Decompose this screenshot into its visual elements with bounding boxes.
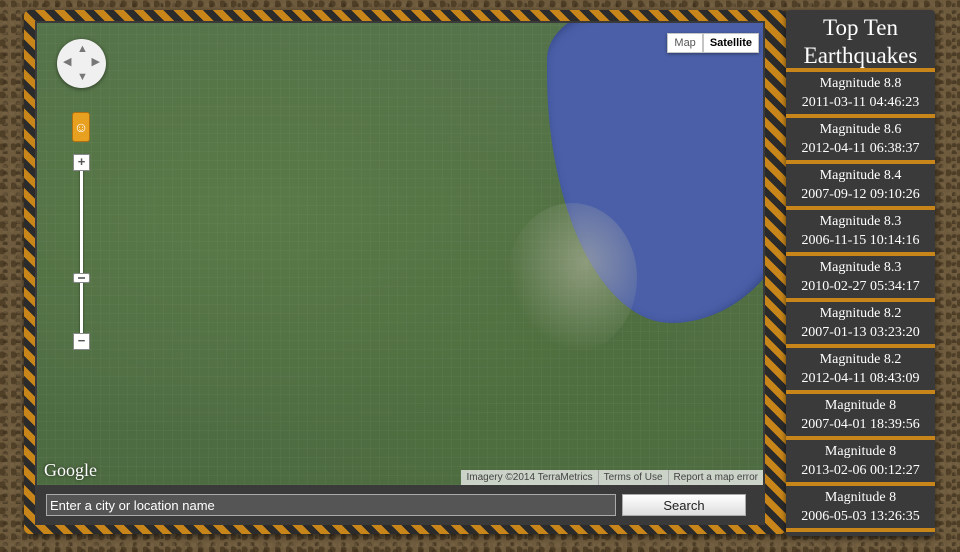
map-type-satellite-button[interactable]: Satellite [702, 33, 759, 53]
pan-left-icon[interactable]: ◀ [63, 57, 71, 68]
map-type-map-button[interactable]: Map [667, 33, 703, 53]
earthquake-datetime: 2011-03-11 04:46:23 [801, 95, 920, 110]
earthquake-item[interactable]: Magnitude 8.2 2012-04-11 08:43:09 [786, 348, 935, 394]
earthquake-datetime: 2007-01-13 03:23:20 [801, 325, 920, 340]
earthquake-magnitude: Magnitude 8.8 [819, 76, 902, 91]
map-frame: Map Satellite ▲ ▼ ◀ ▶ ☺ + − Google Image… [24, 10, 786, 534]
map-panel: Map Satellite ▲ ▼ ◀ ▶ ☺ + − Google Image… [35, 21, 765, 525]
earthquake-datetime: 2007-04-01 18:39:56 [801, 417, 920, 432]
earthquake-datetime: 2013-02-06 00:12:27 [801, 463, 920, 478]
earthquake-datetime: 2012-04-11 08:43:09 [801, 371, 920, 386]
pan-down-icon[interactable]: ▼ [77, 72, 88, 83]
zoom-out-button[interactable]: − [73, 333, 90, 350]
zoom-in-button[interactable]: + [73, 154, 90, 171]
earthquake-item[interactable]: Magnitude 8.4 2007-09-12 09:10:26 [786, 164, 935, 210]
earthquake-item[interactable]: Magnitude 8.3 2006-11-15 10:14:16 [786, 210, 935, 256]
earthquake-item[interactable]: Magnitude 8 2006-05-03 13:26:35 [786, 486, 935, 532]
imagery-credit: Imagery ©2014 TerraMetrics [466, 472, 593, 483]
map-attribution: Imagery ©2014 TerraMetrics Terms of Use … [461, 470, 763, 485]
earthquake-datetime: 2012-04-11 06:38:37 [801, 141, 920, 156]
earthquake-magnitude: Magnitude 8.3 [819, 260, 902, 275]
earthquake-list: Magnitude 8.8 2011-03-11 04:46:23 Magnitud… [786, 72, 935, 532]
earthquake-item[interactable]: Magnitude 8.2 2007-01-13 03:23:20 [786, 302, 935, 348]
google-logo[interactable]: Google [44, 460, 97, 481]
earthquake-magnitude: Magnitude 8 [824, 444, 897, 459]
city-area [507, 203, 637, 353]
earthquake-datetime: 2010-02-27 05:34:17 [801, 279, 920, 294]
pan-up-icon[interactable]: ▲ [77, 44, 88, 55]
earthquake-magnitude: Magnitude 8 [824, 398, 897, 413]
earthquake-item[interactable]: Magnitude 8.6 2012-04-11 06:38:37 [786, 118, 935, 164]
earthquake-sidebar: Top Ten Earthquakes Magnitude 8.8 2011-03… [786, 10, 935, 536]
earthquake-magnitude: Magnitude 8.4 [819, 168, 902, 183]
earthquake-item[interactable]: Magnitude 8 2007-04-01 18:39:56 [786, 394, 935, 440]
earthquake-datetime: 2006-05-03 13:26:35 [801, 509, 920, 524]
earthquake-magnitude: Magnitude 8.2 [819, 306, 902, 321]
street-view-pegman-icon[interactable]: ☺ [72, 112, 90, 142]
earthquake-magnitude: Magnitude 8 [824, 490, 897, 505]
earthquake-item[interactable]: Magnitude 8 2013-02-06 00:12:27 [786, 440, 935, 486]
earthquake-item[interactable]: Magnitude 8.8 2011-03-11 04:46:23 [786, 72, 935, 118]
earthquake-datetime: 2006-11-15 10:14:16 [801, 233, 920, 248]
earthquake-datetime: 2007-09-12 09:10:26 [801, 187, 920, 202]
location-search-input[interactable] [46, 494, 616, 516]
search-bar: Search [46, 494, 746, 516]
earthquake-magnitude: Magnitude 8.6 [819, 122, 902, 137]
report-map-error-link[interactable]: Report a map error [667, 470, 763, 485]
terms-of-use-link[interactable]: Terms of Use [597, 470, 668, 485]
map-type-control: Map Satellite [667, 33, 759, 53]
map-view[interactable]: Map Satellite ▲ ▼ ◀ ▶ ☺ + − Google Image… [37, 23, 763, 485]
search-button[interactable]: Search [622, 494, 746, 516]
pan-right-icon[interactable]: ▶ [92, 57, 100, 68]
earthquake-item[interactable]: Magnitude 8.3 2010-02-27 05:34:17 [786, 256, 935, 302]
sidebar-title: Top Ten Earthquakes [786, 10, 935, 72]
earthquake-magnitude: Magnitude 8.3 [819, 214, 902, 229]
earthquake-magnitude: Magnitude 8.2 [819, 352, 902, 367]
zoom-slider-handle[interactable] [73, 273, 90, 283]
zoom-slider-track[interactable] [80, 163, 83, 345]
pan-control[interactable]: ▲ ▼ ◀ ▶ [57, 39, 106, 88]
